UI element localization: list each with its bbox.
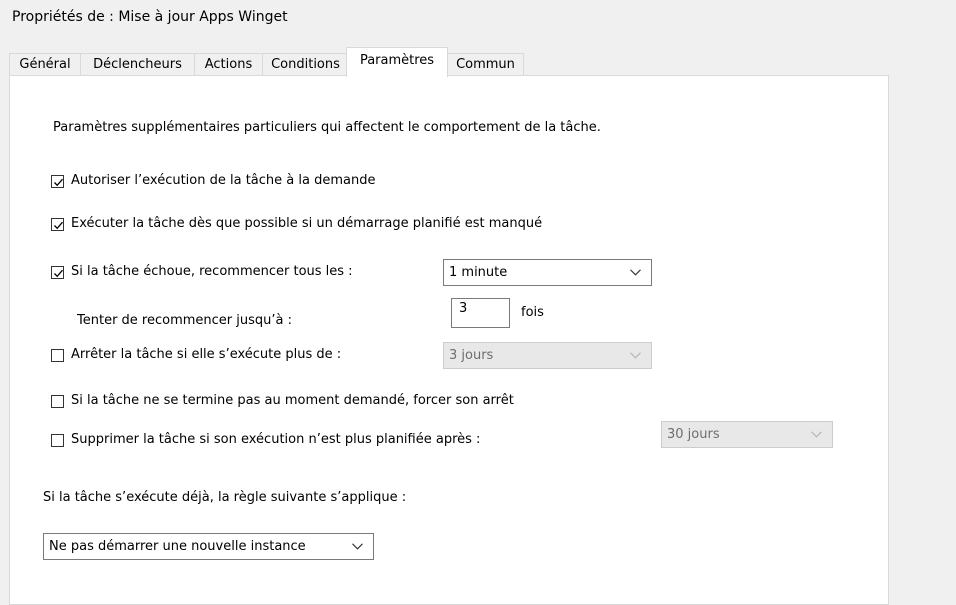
allow-on-demand-label: Autoriser l’exécution de la tâche à la d… — [71, 173, 376, 188]
retry-unit: fois — [521, 305, 544, 320]
allow-on-demand-checkbox[interactable] — [51, 175, 64, 188]
restart-on-fail-label: Si la tâche échoue, recommencer tous les… — [71, 264, 353, 279]
tab-actions[interactable]: Actions — [194, 53, 263, 75]
stop-duration-value: 3 jours — [449, 348, 494, 363]
restart-interval-select[interactable]: 1 minute — [443, 259, 652, 286]
stop-duration-select[interactable]: 3 jours — [443, 342, 652, 369]
settings-panel: Paramètres supplémentaires particuliers … — [9, 75, 889, 605]
tab-triggers[interactable]: Déclencheurs — [80, 53, 195, 75]
force-stop-checkbox[interactable] — [51, 395, 64, 408]
chevron-down-icon — [811, 431, 822, 438]
delete-if-not-scheduled-checkbox[interactable] — [51, 434, 64, 447]
checkmark-icon — [54, 178, 63, 187]
tab-common[interactable]: Commun — [447, 53, 524, 75]
tab-settings[interactable]: Paramètres — [346, 47, 448, 77]
run-asap-checkbox[interactable] — [51, 218, 64, 231]
tab-conditions[interactable]: Conditions — [262, 53, 349, 75]
stop-if-longer-label: Arrêter la tâche si elle s’exécute plus … — [71, 347, 342, 362]
rule-label: Si la tâche s’exécute déjà, la règle sui… — [43, 490, 407, 505]
intro-text: Paramètres supplémentaires particuliers … — [53, 120, 601, 135]
delete-delay-value: 30 jours — [667, 427, 720, 442]
run-asap-label: Exécuter la tâche dès que possible si un… — [71, 216, 543, 231]
checkmark-icon — [54, 269, 63, 278]
restart-interval-value: 1 minute — [449, 265, 508, 280]
restart-on-fail-checkbox[interactable] — [51, 266, 64, 279]
delete-delay-select[interactable]: 30 jours — [661, 421, 833, 448]
chevron-down-icon — [352, 543, 363, 550]
delete-if-not-scheduled-label: Supprimer la tâche si son exécution n’es… — [71, 432, 481, 447]
retry-count-input[interactable]: 3 — [451, 298, 510, 328]
chevron-down-icon — [630, 269, 641, 276]
stop-if-longer-checkbox[interactable] — [51, 349, 64, 362]
window-title: Propriétés de : Mise à jour Apps Winget — [12, 9, 288, 25]
force-stop-label: Si la tâche ne se termine pas au moment … — [71, 393, 514, 408]
tab-general[interactable]: Général — [9, 53, 81, 75]
retry-label: Tenter de recommencer jusqu’à : — [77, 313, 292, 328]
checkmark-icon — [54, 221, 63, 230]
rule-value: Ne pas démarrer une nouvelle instance — [49, 539, 306, 554]
rule-select[interactable]: Ne pas démarrer une nouvelle instance — [43, 533, 374, 560]
chevron-down-icon — [630, 352, 641, 359]
